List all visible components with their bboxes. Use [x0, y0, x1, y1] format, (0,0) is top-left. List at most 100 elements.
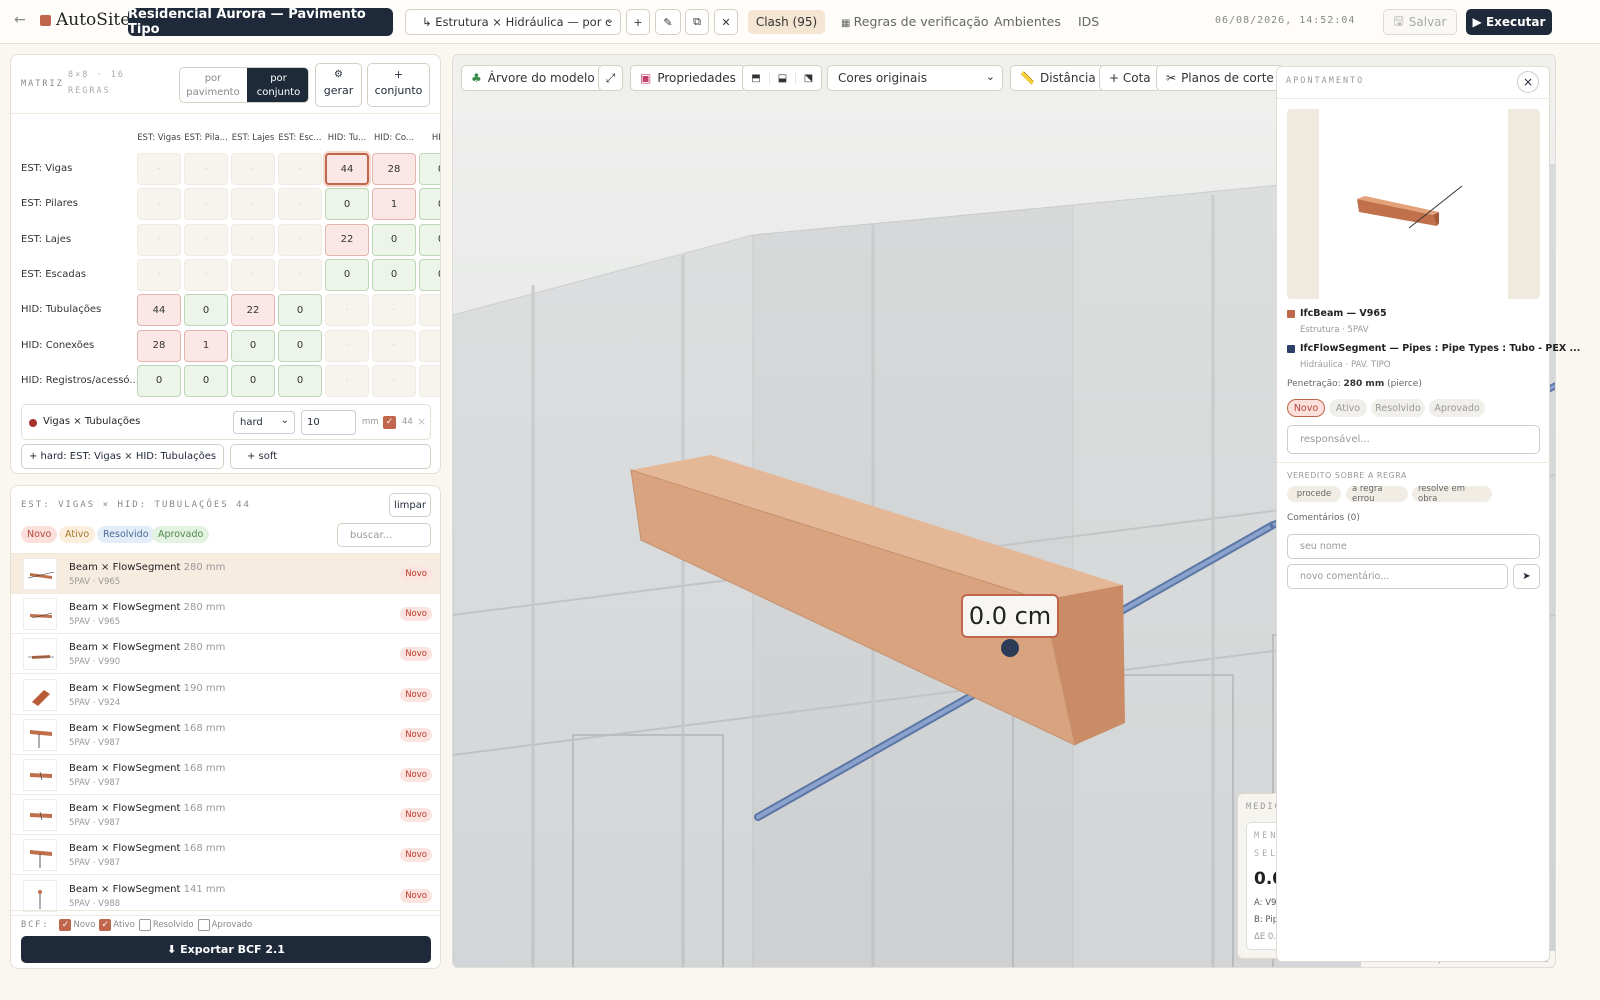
clash-list-item[interactable]: Beam × FlowSegment 280 mm 5PAV · V965 Novo [11, 554, 440, 594]
matrix-cell[interactable]: 0 [325, 258, 369, 291]
model-tree-button[interactable]: ♣ Árvore do modelo [461, 65, 605, 91]
save-label: Salvar [1408, 15, 1447, 29]
run-button[interactable]: ▶ Executar [1466, 9, 1552, 35]
tab-clash[interactable]: Clash (95) [748, 10, 825, 34]
matrix-cell[interactable]: 0 [419, 258, 440, 291]
matrix-cell[interactable]: 0 [325, 188, 369, 221]
add-set-matrix-button[interactable]: + conjunto [367, 63, 430, 107]
toggle-by-set[interactable]: por conjunto [247, 68, 308, 102]
clash-set-select[interactable]: ↳ Estrutura × Hidráulica — por c ⌄ [405, 9, 621, 35]
status-novo[interactable]: Novo [1287, 399, 1325, 417]
matrix-cell[interactable]: 0 [137, 364, 181, 397]
tab-envs[interactable]: Ambientes [994, 14, 1061, 29]
clash-list-item[interactable]: Beam × FlowSegment 280 mm 5PAV · V990 Novo [11, 634, 440, 675]
matrix-cell[interactable]: 1 [372, 188, 416, 221]
duplicate-set-button[interactable]: ⧉ [685, 9, 709, 35]
project-title-button[interactable]: Residencial Aurora — Pavimento Tipo [128, 7, 393, 37]
matrix-cell[interactable]: 0 [419, 153, 440, 185]
clash-point-marker[interactable] [1001, 639, 1019, 657]
matrix-cell[interactable]: 0 [184, 294, 228, 327]
clash-list-item[interactable]: Beam × FlowSegment 280 mm 5PAV · V965 Novo [11, 594, 440, 635]
matrix-cell[interactable]: 28 [372, 153, 416, 185]
matrix-col-header: EST: Lajes [231, 133, 275, 143]
matrix-cell[interactable]: 0 [278, 294, 322, 327]
generate-button[interactable]: ⚙ gerar [315, 63, 362, 107]
properties-button[interactable]: ▣ Propriedades [630, 65, 746, 91]
status-aprovado[interactable]: Aprovado [1429, 399, 1485, 417]
rule-enabled-checkbox[interactable]: ✓ [383, 416, 396, 429]
element-b-name[interactable]: IfcFlowSegment — Pipes : Pipe Types : Tu… [1300, 343, 1580, 354]
filter-chip-resolvido[interactable]: Resolvido [97, 526, 155, 543]
tab-rules[interactable]: ▦ Regras de verificação [841, 14, 989, 29]
matrix-cell[interactable]: 0 [231, 329, 275, 362]
export-bcf-button[interactable]: ⬇ Exportar BCF 2.1 [21, 936, 431, 963]
bcf-checkbox[interactable]: ✓ [59, 919, 72, 931]
top-bar: ← AutoSite Residencial Aurora — Paviment… [0, 0, 1600, 44]
send-icon: ➤ [1522, 571, 1531, 582]
matrix-cell[interactable]: 44 [137, 294, 181, 327]
delete-set-button[interactable]: ✕ [714, 9, 738, 35]
matrix-cell: · [372, 329, 416, 362]
matrix-cell[interactable]: 0 [231, 364, 275, 397]
add-soft-rule-button[interactable]: + soft [230, 444, 431, 469]
toggle-by-floor[interactable]: por pavimento [180, 72, 246, 100]
clear-filter-button[interactable]: limpar [389, 493, 431, 517]
fullscreen-button[interactable]: ⤢ [598, 65, 623, 91]
clash-list-item[interactable]: Beam × FlowSegment 168 mm 5PAV · V987 Novo [11, 835, 440, 876]
matrix-cell[interactable]: 0 [184, 364, 228, 397]
add-set-button[interactable]: + [626, 9, 650, 35]
chevron-down-icon: ⌄ [985, 70, 995, 83]
section-planes-button[interactable]: ✂ Planos de corte [1156, 65, 1284, 91]
matrix-row-header: EST: Escadas [21, 268, 87, 280]
comment-input[interactable]: novo comentário... [1287, 564, 1508, 589]
matrix-cell[interactable]: 22 [231, 294, 275, 327]
back-arrow-icon[interactable]: ← [14, 12, 26, 28]
status-resolvido[interactable]: Resolvido [1371, 399, 1425, 417]
view-bottom-icon[interactable]: ⬓ [769, 72, 795, 84]
clash-list-item[interactable]: Beam × FlowSegment 168 mm 5PAV · V987 Novo [11, 755, 440, 795]
status-ativo[interactable]: Ativo [1329, 399, 1367, 417]
verdict-on-site[interactable]: resolve em obra [1412, 484, 1492, 504]
element-a-name[interactable]: IfcBeam — V965 [1300, 308, 1387, 319]
matrix-cell[interactable]: 0 [278, 364, 322, 397]
filter-chip-novo[interactable]: Novo [21, 526, 58, 543]
bcf-checkbox[interactable] [138, 919, 151, 931]
author-name-input[interactable]: seu nome [1287, 534, 1540, 559]
responsible-input[interactable]: responsável... [1287, 425, 1540, 454]
edit-set-button[interactable]: ✎ [655, 9, 681, 35]
matrix-cell[interactable]: 28 [137, 329, 181, 362]
remove-rule-icon[interactable]: × [417, 415, 426, 428]
clash-list-item[interactable]: Beam × FlowSegment 190 mm 5PAV · V924 Novo [11, 675, 440, 715]
matrix-cell[interactable]: 1 [184, 329, 228, 362]
dimension-button[interactable]: + Cota [1099, 65, 1161, 91]
matrix-cell[interactable]: 0 [278, 329, 322, 362]
matrix-cell[interactable]: 22 [325, 223, 369, 256]
close-detail-button[interactable]: × [1517, 71, 1539, 93]
clash-item-sub: 5PAV · V987 [69, 858, 121, 869]
tolerance-input[interactable]: 10 [301, 410, 356, 435]
clash-list-item[interactable]: Beam × FlowSegment 168 mm 5PAV · V987 Novo [11, 795, 440, 836]
matrix-cell[interactable]: 0 [372, 223, 416, 256]
add-hard-rule-button[interactable]: + hard: EST: Vigas × HID: Tubulações [21, 444, 224, 469]
view-top-icon[interactable]: ⬒ [743, 73, 769, 84]
rule-type-select[interactable]: hard ⌄ [233, 411, 295, 434]
matrix-cell[interactable]: 0 [419, 223, 440, 256]
distance-button[interactable]: 📏 Distância [1010, 65, 1106, 91]
tab-ids[interactable]: IDS [1078, 14, 1099, 29]
view-iso-icon[interactable]: ⬔ [795, 72, 821, 84]
matrix-cell[interactable]: 44 [325, 153, 369, 185]
generate-label: gerar [323, 84, 354, 97]
verdict-rule-wrong[interactable]: a regra errou [1346, 484, 1408, 504]
color-mode-select[interactable]: Cores originais ⌄ [827, 65, 1003, 91]
bcf-checkbox[interactable]: ✓ [99, 919, 112, 931]
bcf-checkbox[interactable] [197, 919, 210, 931]
matrix-cell[interactable]: 0 [372, 258, 416, 291]
verdict-procede[interactable]: procede [1287, 486, 1341, 502]
clash-list-item[interactable]: Beam × FlowSegment 168 mm 5PAV · V987 Novo [11, 715, 440, 755]
save-button[interactable]: 🖫 Salvar [1383, 9, 1457, 35]
filter-chip-aprovado[interactable]: Aprovado [152, 526, 210, 543]
search-input[interactable]: buscar... [337, 523, 431, 547]
matrix-cell[interactable]: 0 [419, 188, 440, 221]
send-comment-button[interactable]: ➤ [1513, 564, 1540, 589]
filter-chip-ativo[interactable]: Ativo [59, 526, 96, 543]
